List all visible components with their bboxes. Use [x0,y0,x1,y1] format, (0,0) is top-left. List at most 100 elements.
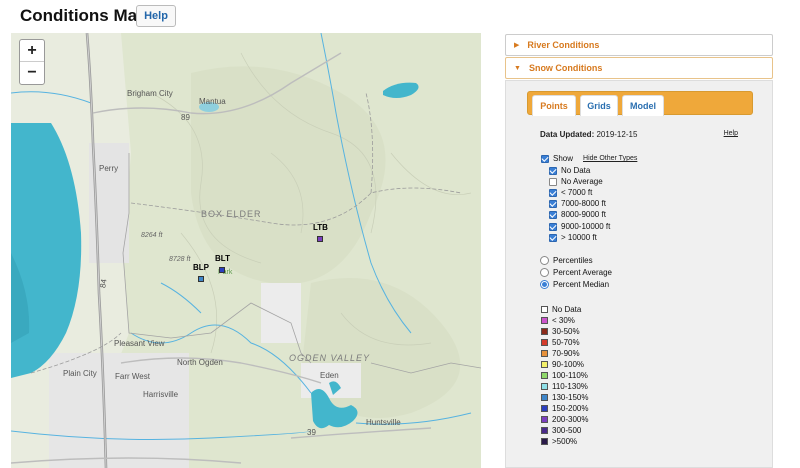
legend-swatch [541,306,548,313]
legend-item: 150-200% [541,404,588,413]
legend-label: 130-150% [552,393,589,402]
legend-item: 100-110% [541,371,588,380]
tab-points[interactable]: Points [532,95,576,116]
tab-grids[interactable]: Grids [580,95,618,116]
legend-label: No Data [552,305,582,314]
label-plain-city: Plain City [63,369,97,378]
type-row-no-data: No Data [549,166,590,175]
label-perry: Perry [99,164,119,173]
label-brigham-city: Brigham City [127,89,173,98]
legend-label: 30-50% [552,327,580,336]
legend-label: 150-200% [552,404,589,413]
type-checkbox-9000-10000[interactable] [549,222,557,231]
snow-conditions-label: Snow Conditions [528,63,603,73]
type-label: 9000-10000 ft [561,222,611,231]
mode-label: Percent Median [553,280,610,289]
type-label: > 10000 ft [561,233,597,242]
legend-swatch [541,427,548,434]
map-view[interactable]: + − Brigham City Mantua Perry BOX ELDER … [11,33,481,468]
data-updated-label: Data Updated: [540,130,595,139]
show-row: Show Hide Other Types [541,154,637,163]
label-interstate-84: 84 [98,278,109,289]
station-ltb[interactable]: LTB [313,223,328,242]
type-checkbox-7000-8000[interactable] [549,199,557,208]
station-ltb-code: LTB [313,223,328,232]
legend-label: 200-300% [552,415,589,424]
data-updated-value: 2019-12-15 [596,130,638,139]
mode-label: Percent Average [553,268,613,277]
legend-swatch [541,416,548,423]
label-elev-8264: 8264 ft [141,232,163,239]
page-title: Conditions Map [20,6,148,25]
mode-radio-percent-average[interactable] [540,268,549,277]
legend-swatch [541,328,548,335]
label-huntsville: Huntsville [366,418,401,427]
snow-conditions-header[interactable]: ▼ Snow Conditions [505,57,773,79]
legend-swatch [541,361,548,368]
hide-other-types-link[interactable]: Hide Other Types [583,155,637,162]
mode-label: Percentiles [553,256,593,265]
legend-label: >500% [552,437,578,446]
type-label: < 7000 ft [561,188,593,197]
mode-radio-percent-median[interactable] [540,280,549,289]
type-row-7000-8000: 7000-8000 ft [549,199,606,208]
label-harrisville: Harrisville [143,390,179,399]
legend-item: < 30% [541,316,575,325]
label-ogden-valley: OGDEN VALLEY [289,353,371,363]
type-checkbox-no-data[interactable] [549,166,557,175]
legend-label: 110-130% [552,382,588,391]
legend-label: 70-90% [552,349,580,358]
type-checkbox-lt7000[interactable] [549,188,557,197]
legend-label: 100-110% [552,371,588,380]
legend-swatch [541,438,548,445]
type-label: 7000-8000 ft [561,199,606,208]
legend-item: 70-90% [541,349,580,358]
legend-item: >500% [541,437,577,446]
station-blp[interactable]: BLP [193,263,209,282]
label-highway-89: 89 [181,113,190,122]
type-checkbox-gt10000[interactable] [549,233,557,242]
label-highway-39: 39 [307,428,316,437]
legend-label: 50-70% [552,338,580,347]
zoom-control: + − [19,39,45,85]
station-blp-marker[interactable] [198,276,204,282]
legend-swatch [541,339,548,346]
river-conditions-header[interactable]: ▶ River Conditions [505,34,773,56]
type-checkbox-no-average[interactable] [549,177,557,186]
legend-swatch [541,350,548,357]
type-row-8000-9000: 8000-9000 ft [549,210,606,219]
station-blt-marker[interactable] [219,267,226,273]
zoom-out-button[interactable]: − [20,62,44,84]
station-blt[interactable]: BLT [215,254,230,273]
panel-help-link[interactable]: Help [724,130,738,137]
conditions-map-page: Conditions Map Help + − Brigham City Man… [0,0,800,468]
mode-radio-percentiles[interactable] [540,256,549,265]
legend-item: 300-500 [541,426,581,435]
help-button[interactable]: Help [136,5,176,27]
legend-swatch [541,383,548,390]
legend-item: 200-300% [541,415,588,424]
legend-label: 300-500 [552,426,582,435]
tab-model[interactable]: Model [622,95,664,116]
legend-item: 110-130% [541,382,588,391]
legend-item: No Data [541,305,581,314]
legend-swatch [541,394,548,401]
type-row-no-average: No Average [549,177,603,186]
tab-bar: Points Grids Model [527,91,753,116]
legend-swatch [541,372,548,379]
legend-item: 50-70% [541,338,580,347]
type-label: No Data [561,166,591,175]
label-pleasant-view: Pleasant View [114,339,165,348]
snow-conditions-panel: Points Grids Model Data Updated: 2019-12… [505,80,773,468]
legend-item: 130-150% [541,393,588,402]
chevron-right-icon: ▶ [514,42,520,49]
zoom-in-button[interactable]: + [20,40,44,62]
legend-swatch [541,317,548,324]
mode-row-percentiles: Percentiles [540,256,593,265]
show-checkbox[interactable] [541,154,549,163]
legend-label: < 30% [552,316,575,325]
type-row-gt10000: > 10000 ft [549,233,597,242]
station-ltb-marker[interactable] [317,236,324,242]
type-checkbox-8000-9000[interactable] [549,210,557,219]
label-north-ogden: North Ogden [177,358,223,367]
